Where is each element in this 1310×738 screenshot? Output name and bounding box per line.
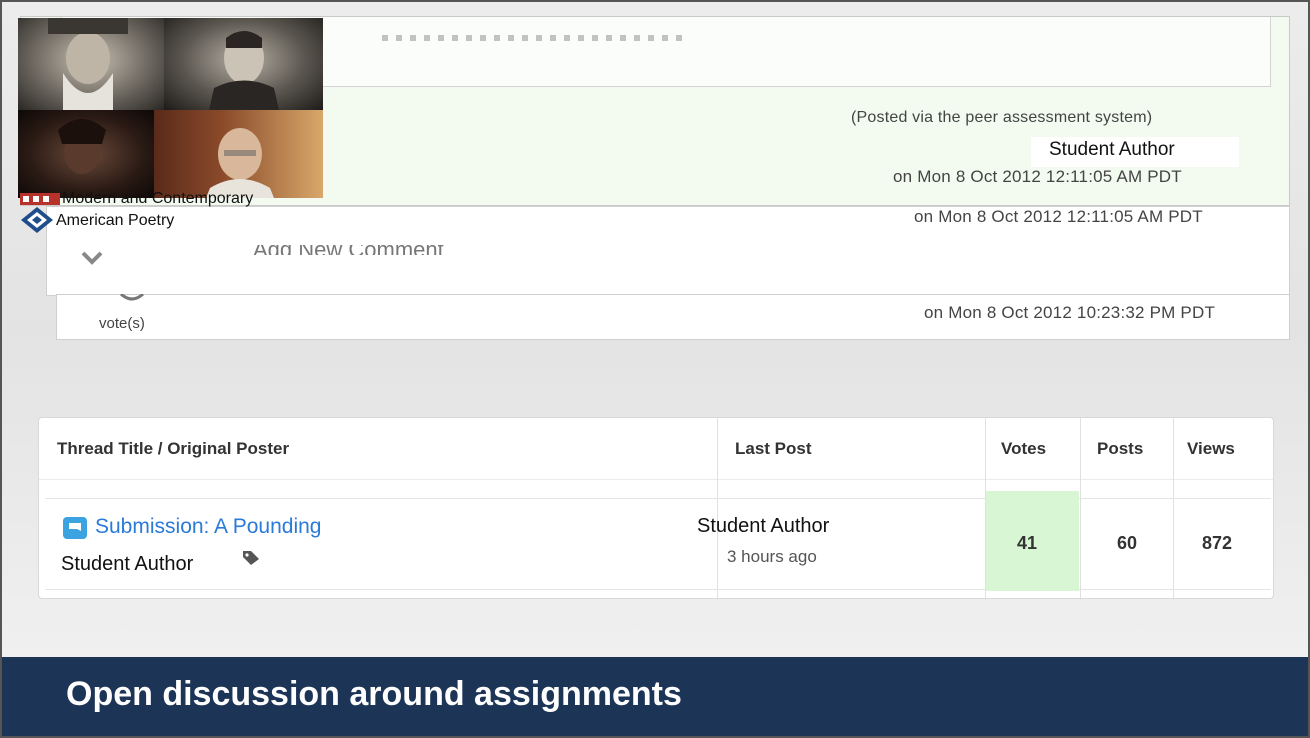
vote-arc-icon	[119, 289, 145, 301]
column-header-views[interactable]: Views	[1187, 418, 1235, 480]
thread-title-link[interactable]: Submission: A Pounding	[95, 515, 322, 539]
add-new-comment-link[interactable]: Add New Comment	[253, 245, 483, 255]
posts-count: 60	[1117, 533, 1138, 553]
comment-timestamp: on Mon 8 Oct 2012 10:23:32 PM PDT	[924, 303, 1216, 322]
last-post-author[interactable]: Student Author	[697, 515, 829, 538]
poet-portrait	[18, 18, 164, 110]
course-title-line2: American Poetry	[56, 212, 175, 229]
slide-title: Open discussion around assignments	[66, 675, 682, 713]
poet-portrait	[154, 110, 323, 198]
table-row[interactable]: Submission: A Pounding Student Author St…	[45, 491, 1271, 591]
comment-card: vote(s) on Mon 8 Oct 2012 10:23:32 PM PD…	[56, 292, 1290, 340]
column-header-posts[interactable]: Posts	[1097, 418, 1143, 480]
course-title: Modern and Contemporary American Poetry	[18, 190, 323, 234]
poet-portrait	[18, 110, 154, 198]
thread-table: Thread Title / Original Poster Last Post…	[38, 417, 1274, 600]
column-header-votes[interactable]: Votes	[1001, 418, 1046, 480]
column-header-last-post[interactable]: Last Post	[735, 418, 812, 480]
comment-timestamp: on Mon 8 Oct 2012 12:11:05 AM PDT	[893, 167, 1182, 186]
penn-crest-icon	[20, 206, 54, 234]
comment-timestamp: on Mon 8 Oct 2012 12:11:05 AM PDT	[914, 207, 1203, 226]
posted-via-note: (Posted via the peer assessment system)	[851, 109, 1153, 126]
downvote-chevron-icon[interactable]	[81, 251, 103, 265]
course-logo: Modern and Contemporary American Poetry	[18, 18, 323, 234]
course-title-line1: Modern and Contemporary	[62, 190, 254, 207]
thread-topic-icon	[63, 517, 87, 539]
views-count: 872	[1202, 533, 1233, 553]
tag-icon[interactable]	[241, 549, 261, 567]
vote-count-label: vote(s)	[99, 315, 145, 332]
clipped-comment-text	[382, 35, 682, 41]
poet-portrait	[164, 18, 323, 110]
votes-count: 41	[1017, 533, 1038, 553]
penn-shield-icon	[20, 192, 60, 205]
add-new-comment-label: Add New Comment	[253, 245, 483, 255]
slide-footer: Open discussion around assignments	[2, 657, 1308, 736]
last-post-time: 3 hours ago	[727, 547, 817, 566]
table-header-row: Thread Title / Original Poster Last Post…	[39, 418, 1273, 480]
original-poster[interactable]: Student Author	[61, 553, 193, 576]
column-header-title[interactable]: Thread Title / Original Poster	[57, 418, 289, 480]
comment-author[interactable]: Student Author	[1031, 137, 1239, 167]
